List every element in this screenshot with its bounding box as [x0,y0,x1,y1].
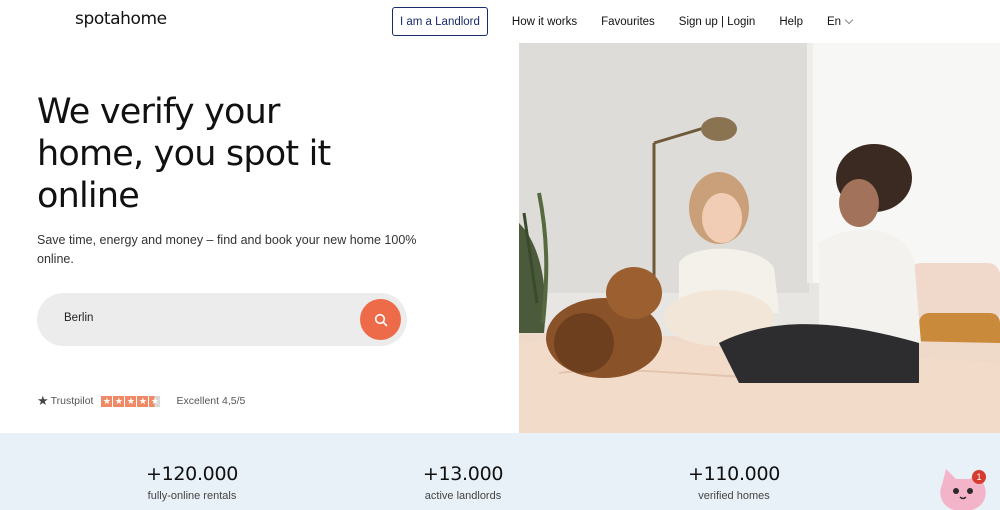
language-label: En [826,15,842,28]
star-icon: ★ [113,395,125,407]
stat-value: +13.000 [422,463,504,485]
nav-signup-login[interactable]: Sign up | Login [679,16,756,28]
headline-line-1: We verify your [37,92,280,132]
hero-subtext: Save time, energy and money – find and b… [37,233,417,266]
stat-value: +110.000 [687,463,781,485]
chevron-down-icon [844,15,854,24]
nav-favourites[interactable]: Favourites [601,16,655,28]
language-selector[interactable]: En [826,15,854,28]
search-input[interactable]: Berlin [64,312,93,324]
stat-verified: +110.000 verified homes [634,463,834,502]
hero-photo [519,43,1000,433]
chat-widget-button[interactable] [932,463,994,510]
search-button[interactable] [360,299,401,340]
stat-label: fully-online rentals [147,490,237,502]
trustpilot-stars: ★ ★ ★ ★ ★ [101,395,161,407]
headline-line-3: online [37,176,140,216]
trustpilot-label: Trustpilot [50,395,94,407]
stat-label: active landlords [424,490,502,502]
main-nav: I am a Landlord How it works Favourites … [392,0,854,43]
star-icon: ★ [137,395,149,407]
nav-how-it-works[interactable]: How it works [512,16,577,28]
hero-section: We verify your home, you spot it online … [0,43,519,433]
chat-cat-icon [940,469,986,510]
search-bar[interactable]: Berlin [37,293,407,346]
nav-help[interactable]: Help [779,16,803,28]
logo[interactable]: spotahome [75,9,167,29]
stat-landlords: +13.000 active landlords [363,463,563,502]
stats-band: +120.000 fully-online rentals +13.000 ac… [0,433,1000,510]
half-star-icon: ★ [149,395,161,407]
stat-rentals: +120.000 fully-online rentals [92,463,292,502]
stat-value: +120.000 [145,463,239,485]
star-icon: ★ [101,395,113,407]
hero-headline: We verify your home, you spot it online [37,91,417,217]
landlord-button[interactable]: I am a Landlord [392,7,488,36]
search-icon [374,313,387,326]
star-icon: ★ [125,395,137,407]
trustpilot-rating: Excellent 4,5/5 [176,395,246,407]
trustpilot-widget[interactable]: ★ Trustpilot ★ ★ ★ ★ ★ Excellent 4,5/5 [37,393,245,409]
site-header: spotahome I am a Landlord How it works F… [0,0,1000,43]
chat-notification-badge: 1 [972,470,986,484]
headline-line-2: home, you spot it [37,134,331,174]
trustpilot-star-icon: ★ [37,393,49,408]
stat-label: verified homes [698,490,770,502]
